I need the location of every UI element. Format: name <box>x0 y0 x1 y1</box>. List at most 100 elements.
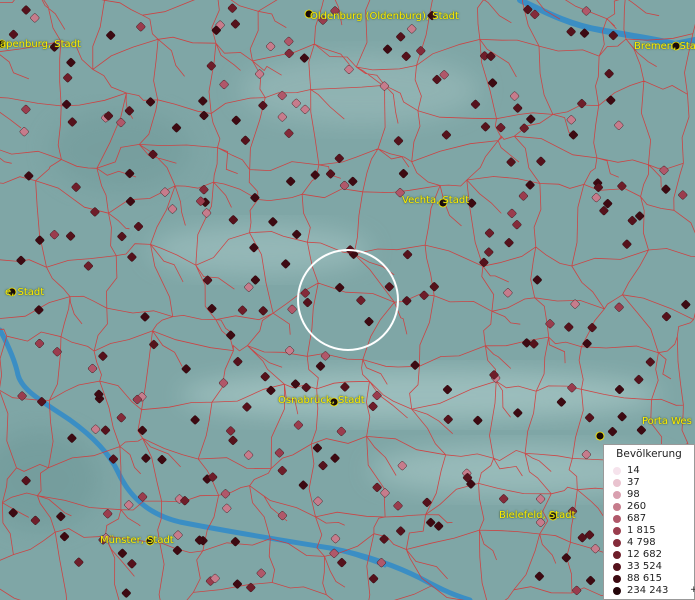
population-marker[interactable] <box>207 304 217 314</box>
population-marker[interactable] <box>34 338 45 349</box>
population-marker[interactable] <box>66 231 76 241</box>
population-marker[interactable] <box>24 171 34 181</box>
population-marker[interactable] <box>141 453 151 463</box>
population-marker[interactable] <box>566 115 576 125</box>
population-marker[interactable] <box>103 509 113 519</box>
population-marker[interactable] <box>336 426 346 436</box>
population-marker[interactable] <box>581 6 591 16</box>
population-marker[interactable] <box>230 19 240 29</box>
population-marker[interactable] <box>315 361 326 371</box>
population-marker[interactable] <box>157 455 167 465</box>
population-marker[interactable] <box>287 304 297 314</box>
population-marker[interactable] <box>277 466 287 476</box>
population-marker[interactable] <box>614 302 624 312</box>
population-marker[interactable] <box>622 239 632 249</box>
population-marker[interactable] <box>35 235 45 245</box>
population-marker[interactable] <box>419 290 429 300</box>
population-marker[interactable] <box>226 426 236 436</box>
population-marker[interactable] <box>587 323 597 333</box>
population-marker[interactable] <box>518 191 528 201</box>
population-marker[interactable] <box>525 180 535 190</box>
population-marker[interactable] <box>16 255 26 265</box>
population-marker[interactable] <box>250 193 260 203</box>
population-marker[interactable] <box>284 128 294 138</box>
population-marker[interactable] <box>486 51 496 61</box>
population-marker[interactable] <box>277 511 287 521</box>
population-marker[interactable] <box>561 553 571 563</box>
population-marker[interactable] <box>585 413 595 423</box>
population-marker[interactable] <box>604 69 614 79</box>
population-marker[interactable] <box>512 220 522 230</box>
population-marker[interactable] <box>83 261 93 271</box>
population-marker[interactable] <box>274 448 284 458</box>
city-marker[interactable] <box>595 431 605 441</box>
population-marker[interactable] <box>564 322 574 332</box>
population-marker[interactable] <box>284 36 294 46</box>
population-marker[interactable] <box>30 13 40 23</box>
population-marker[interactable] <box>480 122 491 132</box>
population-marker[interactable] <box>372 482 382 492</box>
population-marker[interactable] <box>117 231 127 242</box>
population-marker[interactable] <box>536 156 546 166</box>
population-marker[interactable] <box>330 453 340 463</box>
population-marker[interactable] <box>402 296 412 306</box>
population-marker[interactable] <box>90 207 100 217</box>
population-marker[interactable] <box>607 427 618 437</box>
population-marker[interactable] <box>572 585 582 595</box>
population-marker[interactable] <box>140 312 150 322</box>
population-marker[interactable] <box>106 30 116 40</box>
population-marker[interactable] <box>167 204 178 214</box>
population-marker[interactable] <box>266 41 276 51</box>
population-marker[interactable] <box>678 190 688 200</box>
population-marker[interactable] <box>526 114 536 124</box>
population-marker[interactable] <box>403 250 413 260</box>
population-marker[interactable] <box>496 123 506 133</box>
population-marker[interactable] <box>63 73 73 83</box>
population-marker[interactable] <box>416 46 426 56</box>
population-marker[interactable] <box>116 413 126 423</box>
population-marker[interactable] <box>380 488 390 498</box>
population-marker[interactable] <box>383 44 393 54</box>
population-marker[interactable] <box>330 534 341 544</box>
population-marker[interactable] <box>173 530 183 540</box>
population-marker[interactable] <box>503 288 513 298</box>
population-marker[interactable] <box>8 29 19 39</box>
population-marker[interactable] <box>21 104 31 114</box>
population-marker[interactable] <box>219 79 229 90</box>
population-marker[interactable] <box>507 208 517 218</box>
population-marker[interactable] <box>206 61 216 71</box>
population-marker[interactable] <box>300 288 310 298</box>
city-label-porta-westfalica[interactable]: Porta Wes <box>642 416 692 427</box>
population-marker[interactable] <box>566 27 576 37</box>
population-marker[interactable] <box>337 558 347 568</box>
population-marker[interactable] <box>396 526 406 536</box>
population-marker[interactable] <box>429 282 439 292</box>
population-marker[interactable] <box>617 181 627 191</box>
city-label-apenburg[interactable]: apenburg, Stadt <box>0 39 81 50</box>
population-marker[interactable] <box>534 571 544 581</box>
population-marker[interactable] <box>393 136 404 146</box>
population-marker[interactable] <box>98 351 108 361</box>
population-marker[interactable] <box>127 559 137 569</box>
population-marker[interactable] <box>233 357 243 367</box>
city-label-osnabrueck[interactable]: Osnabrück, Stadt <box>278 395 365 406</box>
population-marker[interactable] <box>21 5 31 15</box>
population-marker[interactable] <box>617 412 627 422</box>
population-marker[interactable] <box>117 548 127 558</box>
population-marker[interactable] <box>348 176 358 186</box>
population-marker[interactable] <box>645 357 655 367</box>
population-marker[interactable] <box>484 247 494 257</box>
population-marker[interactable] <box>222 503 232 513</box>
population-marker[interactable] <box>190 415 200 425</box>
population-marker[interactable] <box>661 184 671 194</box>
population-marker[interactable] <box>312 443 322 453</box>
population-marker[interactable] <box>410 360 420 370</box>
population-marker[interactable] <box>228 215 238 225</box>
population-marker[interactable] <box>160 187 170 197</box>
population-marker[interactable] <box>125 196 136 206</box>
population-marker[interactable] <box>364 317 374 327</box>
population-marker[interactable] <box>250 275 260 285</box>
population-marker[interactable] <box>231 115 241 125</box>
population-marker[interactable] <box>396 32 406 42</box>
population-marker[interactable] <box>17 391 27 401</box>
